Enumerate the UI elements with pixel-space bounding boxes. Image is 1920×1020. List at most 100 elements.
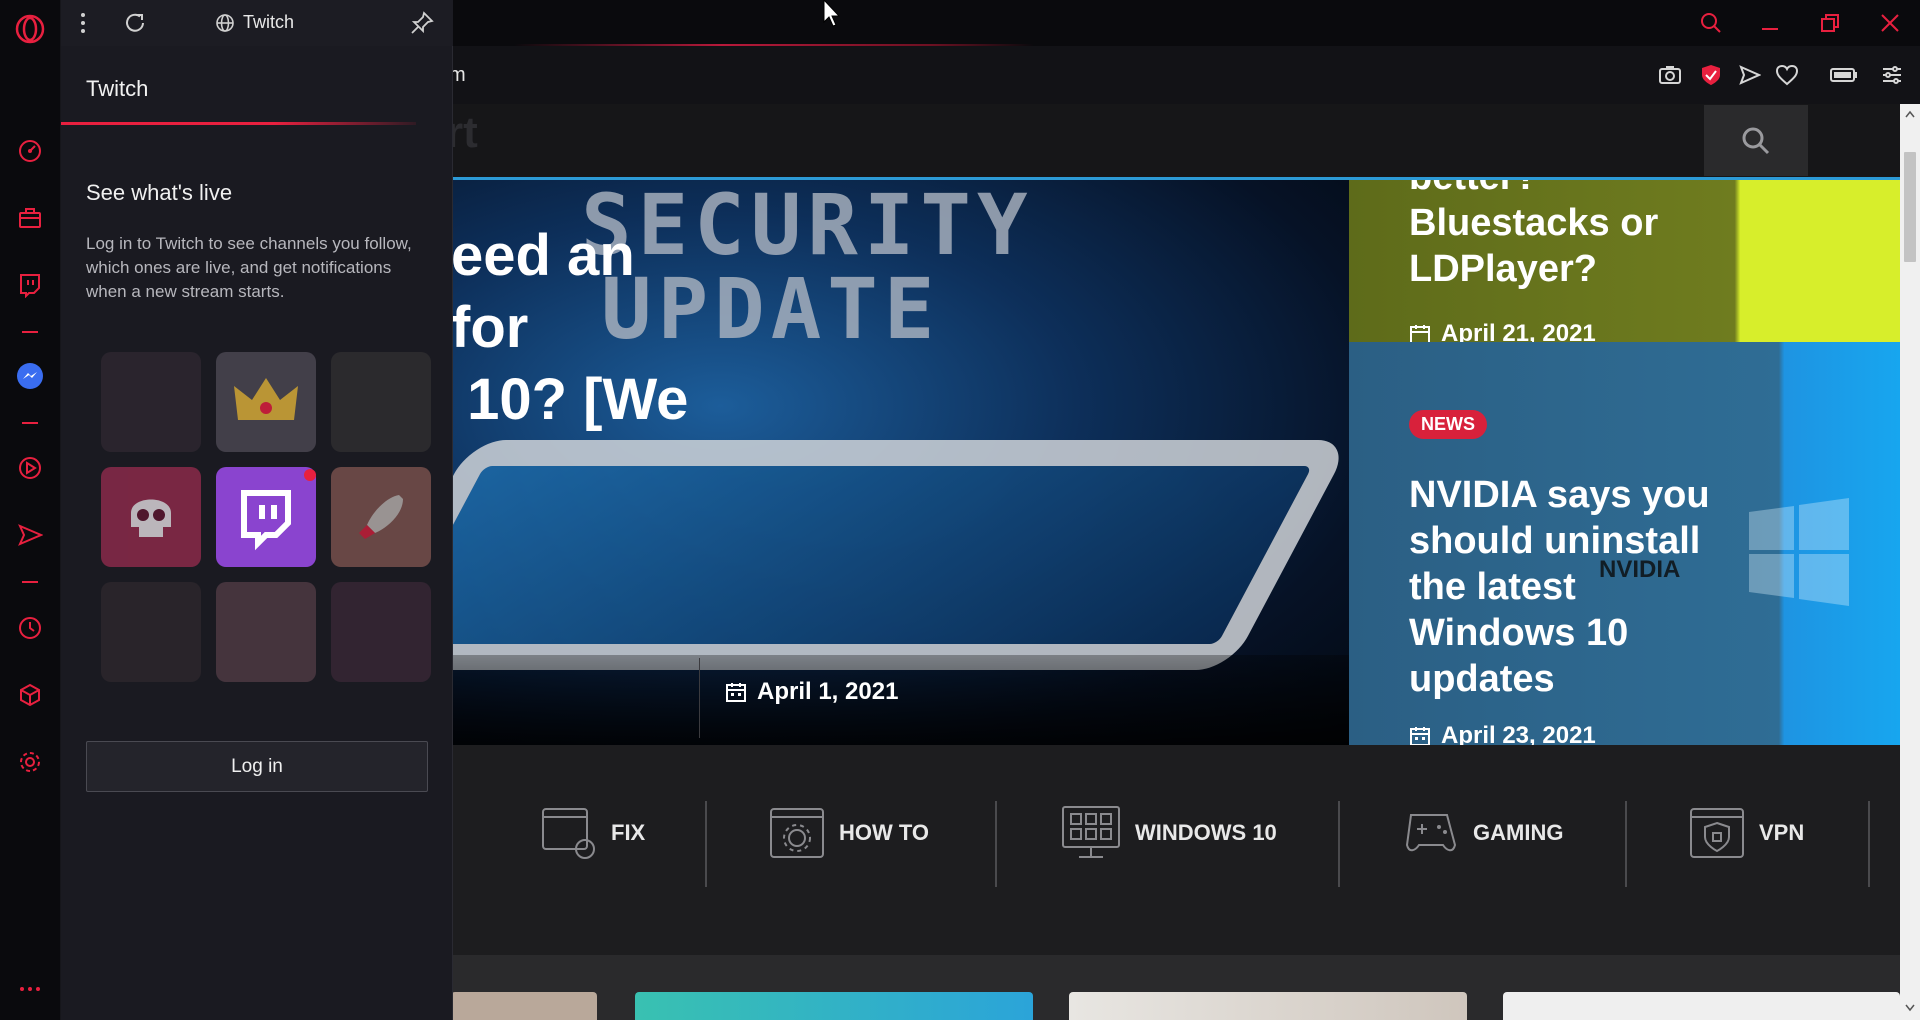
illustration-tile bbox=[101, 352, 201, 452]
article-thumbnail[interactable] bbox=[1069, 992, 1467, 1020]
scroll-up-icon[interactable] bbox=[1905, 110, 1915, 118]
battery-icon[interactable] bbox=[1829, 60, 1859, 90]
calendar-icon bbox=[1410, 325, 1430, 342]
hero-divider bbox=[699, 658, 700, 738]
monitor-grid-icon bbox=[1062, 806, 1120, 858]
site-search-button[interactable] bbox=[1704, 105, 1808, 176]
article-thumbnail[interactable] bbox=[1503, 992, 1900, 1020]
opera-sidebar bbox=[0, 0, 61, 1020]
category-label: FIX bbox=[611, 820, 646, 845]
snapshot-camera-icon[interactable] bbox=[1655, 60, 1685, 90]
twitch-illustration bbox=[101, 352, 431, 682]
category-divider bbox=[1338, 801, 1340, 887]
mouse-cursor-icon bbox=[823, 0, 841, 27]
rocket-icon bbox=[359, 495, 403, 539]
calendar-icon bbox=[726, 683, 746, 702]
article-card-bluestacks[interactable]: better? Bluestacks or LDPlayer? April 21… bbox=[1349, 180, 1900, 342]
category-label: VPN bbox=[1759, 820, 1805, 845]
article-thumbnail[interactable] bbox=[635, 992, 1033, 1020]
adblock-shield-icon[interactable] bbox=[1696, 60, 1726, 90]
article-card-nvidia[interactable]: NVIDIA NEWS NVIDIA says you should unins… bbox=[1349, 342, 1900, 745]
search-tabs-icon[interactable] bbox=[1691, 8, 1731, 38]
crown-tile bbox=[216, 352, 316, 452]
article-thumbnail[interactable] bbox=[451, 992, 597, 1020]
extensions-cube-icon[interactable] bbox=[11, 676, 49, 714]
card-date: April 21, 2021 bbox=[1409, 320, 1596, 342]
news-badge[interactable]: NEWS bbox=[1409, 410, 1487, 439]
twitch-logo-tile bbox=[216, 467, 316, 567]
twitch-panel: Twitch Twitch See what's live Log in to … bbox=[61, 0, 453, 1020]
illustration-tile bbox=[331, 582, 431, 682]
speed-dial-icon[interactable] bbox=[11, 132, 49, 170]
gamepad-icon bbox=[1405, 814, 1457, 852]
twitch-heading: See what's live bbox=[86, 180, 233, 205]
sidebar-separator bbox=[22, 581, 38, 583]
menu-dots-icon[interactable] bbox=[79, 10, 87, 41]
skull-tile bbox=[101, 467, 201, 567]
hero-footer bbox=[451, 655, 1349, 745]
history-clock-icon[interactable] bbox=[11, 609, 49, 647]
card-date-text: April 23, 2021 bbox=[1441, 722, 1596, 745]
twitch-glitch-icon bbox=[241, 469, 316, 551]
reload-icon[interactable] bbox=[123, 11, 147, 40]
player-icon[interactable] bbox=[11, 449, 49, 487]
pin-icon[interactable] bbox=[409, 10, 435, 41]
category-label: WINDOWS 10 bbox=[1135, 820, 1277, 845]
hero-title[interactable]: eed an for 10? [We bbox=[451, 220, 688, 436]
sidebar-separator bbox=[22, 331, 38, 333]
category-label: GAMING bbox=[1473, 820, 1564, 845]
category-fix[interactable]: FIX bbox=[541, 803, 645, 863]
minimize-icon[interactable] bbox=[1750, 8, 1790, 38]
window-shield-icon bbox=[1690, 808, 1744, 858]
briefcase-icon[interactable] bbox=[11, 199, 49, 237]
opera-logo-icon[interactable] bbox=[11, 10, 49, 48]
flow-send-icon[interactable] bbox=[11, 516, 49, 554]
category-gaming[interactable]: GAMING bbox=[1403, 803, 1563, 863]
category-divider bbox=[995, 801, 997, 887]
rocket-tile bbox=[331, 467, 431, 567]
illustration-tile bbox=[101, 582, 201, 682]
twitch-panel-header: Twitch bbox=[61, 0, 453, 46]
card-date: April 23, 2021 bbox=[1409, 722, 1596, 745]
screen: m rt SECURITY UPDATE eed an for 10? [We bbox=[0, 0, 1920, 1020]
hero-tablet-graphic bbox=[451, 440, 1349, 670]
close-icon[interactable] bbox=[1870, 8, 1910, 38]
settings-gear-icon[interactable] bbox=[11, 743, 49, 781]
category-divider bbox=[1625, 801, 1627, 887]
sidebar-separator bbox=[22, 422, 38, 424]
category-divider bbox=[1868, 801, 1870, 887]
windows-logo-graphic bbox=[1749, 498, 1849, 606]
category-divider bbox=[705, 801, 707, 887]
more-dots-icon[interactable] bbox=[11, 970, 49, 1008]
illustration-tile bbox=[216, 582, 316, 682]
calendar-icon bbox=[1410, 727, 1430, 745]
scroll-down-icon[interactable] bbox=[1905, 1004, 1915, 1012]
card-title[interactable]: NVIDIA says you should uninstall the lat… bbox=[1409, 472, 1710, 702]
search-icon bbox=[1742, 127, 1770, 154]
messenger-icon[interactable] bbox=[11, 357, 49, 395]
card-title[interactable]: better? Bluestacks or LDPlayer? bbox=[1409, 180, 1658, 292]
panel-header-title: Twitch bbox=[243, 12, 295, 32]
easy-setup-icon[interactable] bbox=[1877, 60, 1907, 90]
heart-icon[interactable] bbox=[1772, 60, 1802, 90]
card-date-text: April 21, 2021 bbox=[1441, 320, 1596, 342]
send-icon[interactable] bbox=[1735, 60, 1765, 90]
twitch-login-button[interactable]: Log in bbox=[86, 741, 428, 792]
category-how-to[interactable]: HOW TO bbox=[769, 803, 929, 863]
hero-date-text: April 1, 2021 bbox=[757, 678, 899, 705]
twitch-icon[interactable] bbox=[11, 266, 49, 304]
illustration-tile bbox=[331, 352, 431, 452]
category-vpn[interactable]: VPN bbox=[1689, 803, 1804, 863]
category-label: HOW TO bbox=[839, 820, 930, 845]
twitch-title-underline bbox=[61, 122, 416, 125]
hero-date: April 1, 2021 bbox=[725, 678, 898, 706]
hero-article[interactable]: SECURITY UPDATE eed an for 10? [We April… bbox=[451, 180, 1349, 745]
restore-icon[interactable] bbox=[1810, 8, 1850, 38]
twitch-description: Log in to Twitch to see channels you fol… bbox=[86, 234, 412, 301]
category-windows-10[interactable]: WINDOWS 10 bbox=[1061, 803, 1277, 863]
panel-site-title: Twitch bbox=[215, 12, 294, 33]
page-scrollbar[interactable] bbox=[1900, 104, 1920, 1020]
window-gear-icon bbox=[770, 808, 824, 858]
scrollbar-thumb[interactable] bbox=[1904, 152, 1916, 262]
category-bar: FIX HOW TO WINDOWS 10 GAMING VPN bbox=[451, 745, 1900, 917]
